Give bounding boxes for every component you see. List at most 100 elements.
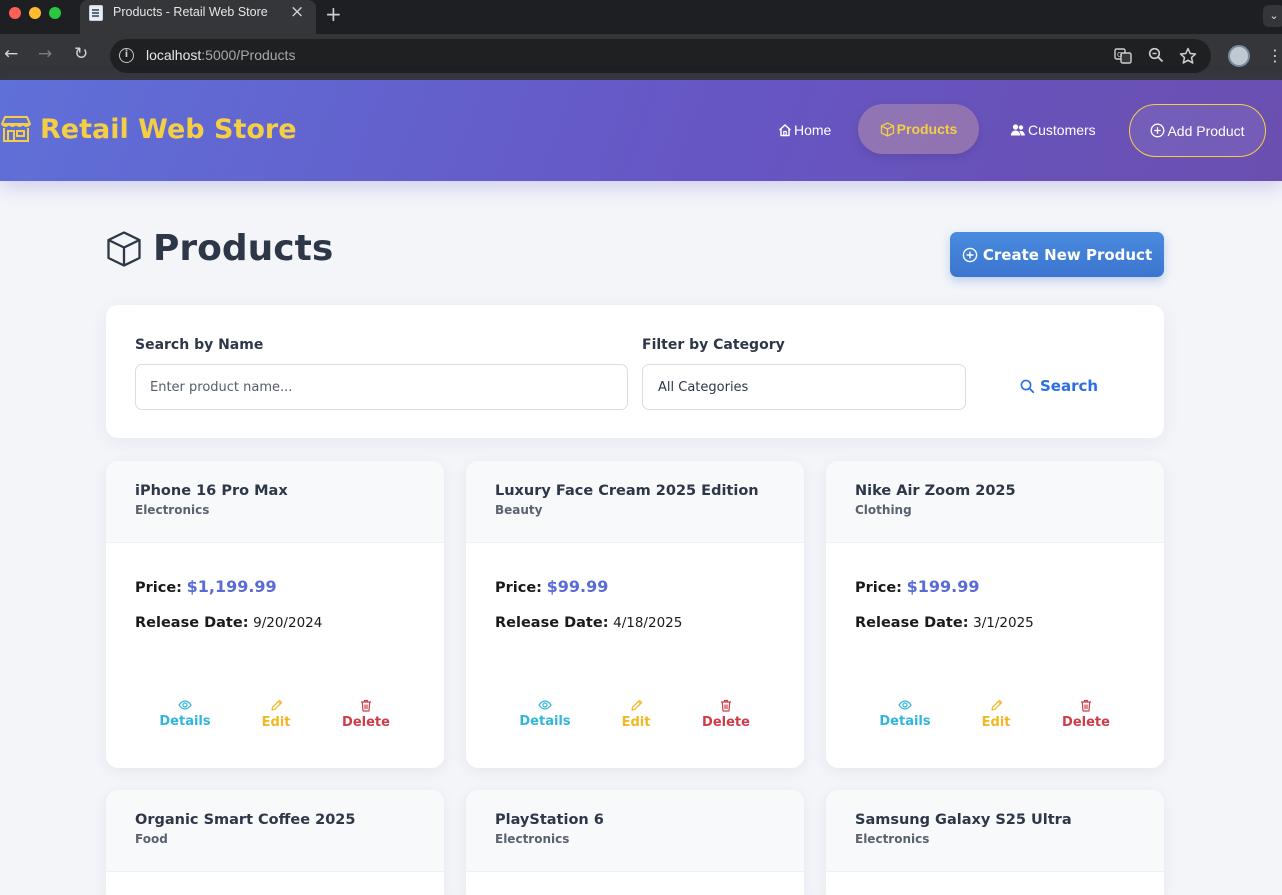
search-icon [1020, 379, 1035, 393]
product-card-header: Samsung Galaxy S25 Ultra Electronics [826, 790, 1164, 872]
product-release-date: 3/1/2025 [973, 615, 1034, 631]
url-path: :5000/Products [201, 47, 296, 63]
trash-icon [361, 699, 371, 712]
edit-label: Edit [981, 715, 1011, 730]
search-by-name-label: Search by Name [135, 337, 264, 353]
details-label: Details [519, 714, 571, 729]
eye-icon [178, 700, 192, 710]
edit-button[interactable]: Edit [966, 699, 1026, 730]
product-card: PlayStation 6 Electronics [466, 790, 804, 895]
edit-button[interactable]: Edit [246, 699, 306, 730]
details-button[interactable]: Details [155, 699, 215, 729]
pencil-icon [990, 699, 1002, 711]
browser-tab-bar: Products - Retail Web Store × + ⌄ [0, 0, 1282, 34]
nav-products-label: Products [896, 121, 958, 137]
product-card: Nike Air Zoom 2025 Clothing Price: $199.… [826, 461, 1164, 768]
product-category: Clothing [855, 503, 912, 517]
trash-icon [1081, 699, 1091, 712]
category-select[interactable]: All Categories [642, 364, 966, 410]
create-new-product-button[interactable]: Create New Product [950, 232, 1164, 277]
delete-label: Delete [1062, 715, 1110, 730]
pencil-icon [630, 699, 642, 711]
price-label: Price: [855, 580, 902, 596]
product-price-row: Price: $199.99 [855, 577, 979, 596]
product-card: Luxury Face Cream 2025 Edition Beauty Pr… [466, 461, 804, 768]
store-icon [1, 116, 31, 142]
nav-customers-label: Customers [1028, 122, 1096, 138]
search-button-label: Search [1040, 377, 1099, 395]
brand-name: Retail Web Store [40, 113, 297, 145]
zoom-icon[interactable] [1148, 47, 1164, 67]
product-release-date: 9/20/2024 [253, 615, 323, 631]
profile-avatar[interactable] [1228, 45, 1250, 67]
product-card: Samsung Galaxy S25 Ultra Electronics [826, 790, 1164, 895]
edit-button[interactable]: Edit [606, 699, 666, 730]
browser-toolbar: ← → ↻ i localhost:5000/Products G ⋮ [0, 34, 1282, 80]
trash-icon [721, 699, 731, 712]
category-select-value: All Categories [658, 379, 749, 395]
product-release-row: Release Date: 3/1/2025 [855, 615, 1034, 631]
site-header: Retail Web Store Home Products Customers… [0, 80, 1282, 181]
browser-tab[interactable]: Products - Retail Web Store × [80, 0, 316, 34]
nav-add-product-button[interactable]: Add Product [1129, 104, 1266, 157]
delete-button[interactable]: Delete [336, 699, 396, 730]
product-card-header: PlayStation 6 Electronics [466, 790, 804, 872]
brand-logo-link[interactable]: Retail Web Store [0, 111, 297, 147]
product-category: Electronics [135, 503, 210, 517]
edit-label: Edit [621, 715, 651, 730]
site-info-icon[interactable]: i [119, 48, 134, 63]
url-text: localhost:5000/Products [146, 47, 295, 63]
product-card-header: Nike Air Zoom 2025 Clothing [826, 461, 1164, 543]
window-minimize-button[interactable] [29, 7, 41, 19]
product-price-row: Price: $1,199.99 [135, 577, 277, 596]
tab-title: Products - Retail Web Store [113, 5, 268, 19]
details-button[interactable]: Details [515, 699, 575, 729]
tab-close-icon[interactable]: × [290, 2, 304, 22]
product-card-header: Luxury Face Cream 2025 Edition Beauty [466, 461, 804, 543]
create-new-product-label: Create New Product [982, 245, 1153, 264]
search-input[interactable] [135, 364, 628, 410]
delete-button[interactable]: Delete [696, 699, 756, 730]
search-button[interactable]: Search [1020, 377, 1098, 395]
product-release-date: 4/18/2025 [613, 615, 683, 631]
release-date-label: Release Date: [135, 615, 249, 631]
tab-search-chevron-icon[interactable]: ⌄ [1263, 5, 1282, 27]
product-price: $99.99 [546, 577, 609, 596]
box-icon [107, 230, 141, 267]
delete-button[interactable]: Delete [1056, 699, 1116, 730]
product-name: Luxury Face Cream 2025 Edition [495, 483, 759, 499]
address-bar[interactable]: i localhost:5000/Products G [110, 39, 1211, 73]
details-button[interactable]: Details [875, 699, 935, 729]
nav-customers[interactable]: Customers [1010, 104, 1096, 156]
product-release-row: Release Date: 9/20/2024 [135, 615, 322, 631]
release-date-label: Release Date: [855, 615, 969, 631]
edit-label: Edit [261, 715, 291, 730]
nav-home[interactable]: Home [778, 104, 831, 156]
back-arrow-icon[interactable]: ← [4, 44, 18, 64]
product-price: $1,199.99 [186, 577, 277, 596]
new-tab-icon[interactable]: + [325, 2, 342, 26]
reload-icon[interactable]: ↻ [74, 44, 88, 64]
window-close-button[interactable] [9, 7, 21, 19]
window-maximize-button[interactable] [49, 7, 61, 19]
forward-arrow-icon[interactable]: → [38, 44, 52, 64]
browser-menu-icon[interactable]: ⋮ [1267, 46, 1282, 65]
filter-category-label: Filter by Category [642, 337, 785, 353]
product-card-header: iPhone 16 Pro Max Electronics [106, 461, 444, 543]
product-name: Samsung Galaxy S25 Ultra [855, 812, 1072, 828]
translate-icon[interactable]: G [1114, 47, 1132, 69]
product-price: $199.99 [906, 577, 980, 596]
product-category: Electronics [855, 832, 930, 846]
bookmark-star-icon[interactable] [1179, 47, 1197, 69]
pencil-icon [270, 699, 282, 711]
plus-circle-icon [1151, 123, 1165, 138]
product-name: Nike Air Zoom 2025 [855, 483, 1016, 499]
plus-circle-icon [962, 247, 978, 262]
box-icon [880, 121, 894, 137]
svg-text:G: G [1117, 51, 1122, 59]
people-icon [1010, 124, 1025, 136]
delete-label: Delete [342, 715, 390, 730]
nav-products[interactable]: Products [858, 104, 979, 154]
details-label: Details [159, 714, 211, 729]
product-name: iPhone 16 Pro Max [135, 483, 288, 499]
